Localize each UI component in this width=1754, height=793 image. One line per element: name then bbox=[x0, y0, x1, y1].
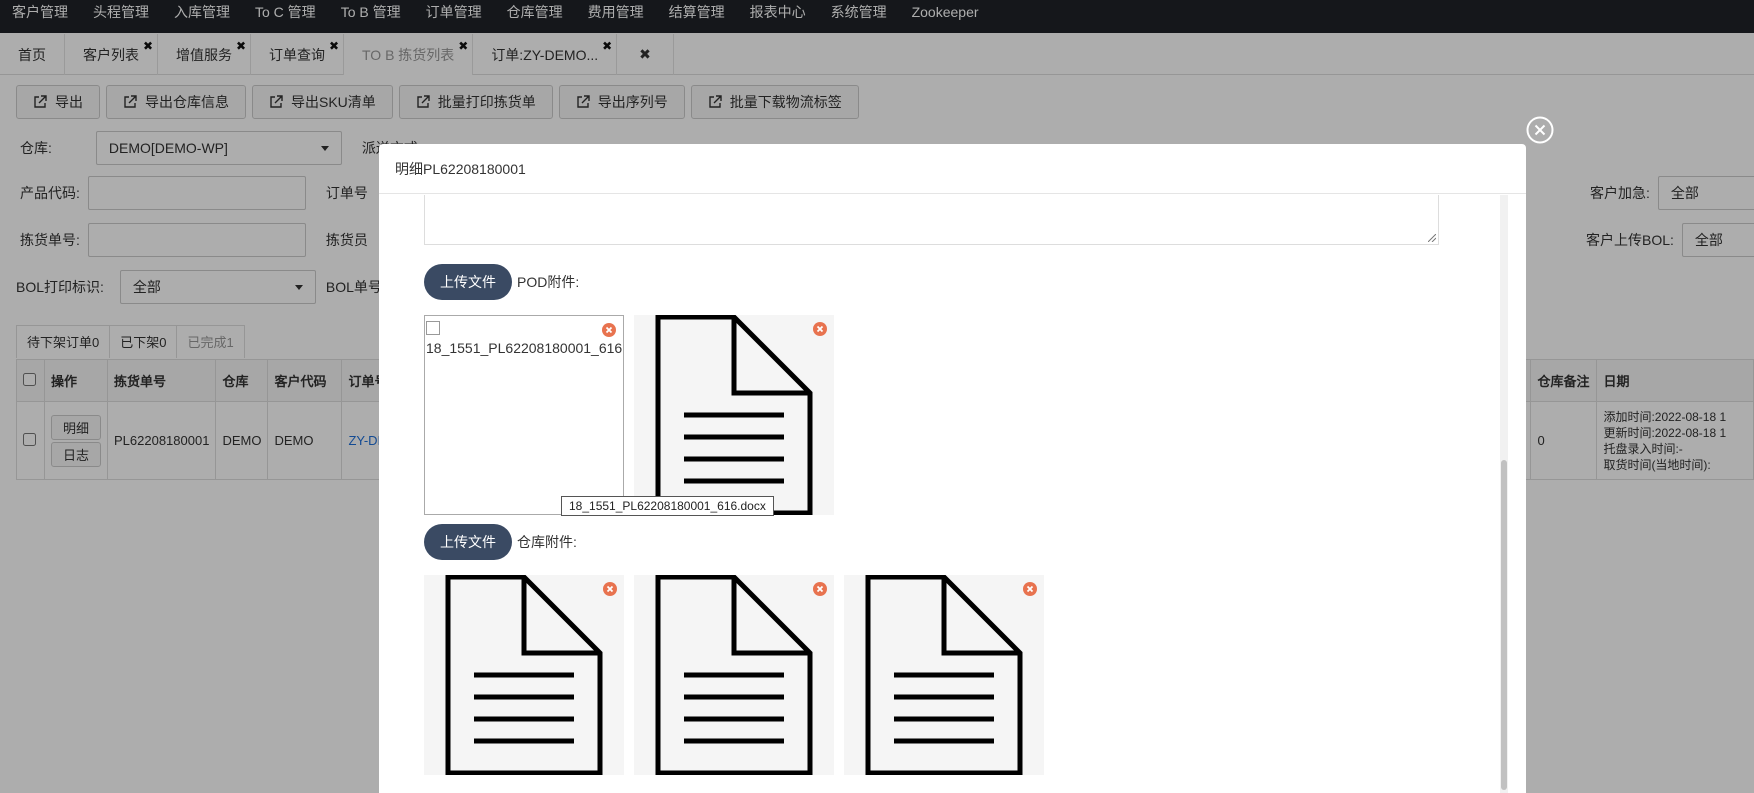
remark-textarea[interactable] bbox=[424, 195, 1439, 245]
document-icon bbox=[655, 574, 813, 776]
document-icon bbox=[445, 574, 603, 776]
pod-attachment-label: POD附件: bbox=[517, 274, 580, 290]
broken-image-icon bbox=[426, 321, 440, 335]
modal-body: 上传文件 POD附件: 18_1551_PL62208180001_616 18… bbox=[379, 195, 1509, 793]
delete-icon[interactable] bbox=[812, 321, 828, 337]
modal-scrollbar-thumb[interactable] bbox=[1501, 460, 1507, 790]
warehouse-attachment-file[interactable] bbox=[844, 574, 1044, 776]
modal-close-icon[interactable] bbox=[1526, 116, 1554, 144]
delete-icon[interactable] bbox=[601, 322, 617, 338]
delete-icon[interactable] bbox=[812, 581, 828, 597]
delete-icon[interactable] bbox=[602, 581, 618, 597]
file-name-tooltip: 18_1551_PL62208180001_616.docx bbox=[561, 496, 774, 516]
warehouse-upload-button[interactable]: 上传文件 bbox=[424, 524, 512, 560]
pod-attachment-file[interactable] bbox=[634, 314, 834, 516]
document-icon bbox=[865, 574, 1023, 776]
pod-upload-row: 上传文件 POD附件: bbox=[424, 264, 579, 300]
resize-grip-icon[interactable] bbox=[1428, 234, 1436, 242]
modal-title: 明细PL62208180001 bbox=[395, 160, 526, 177]
warehouse-attachment-file[interactable] bbox=[634, 574, 834, 776]
delete-icon[interactable] bbox=[1022, 581, 1038, 597]
broken-image-alt: 18_1551_PL62208180001_616 bbox=[426, 318, 622, 358]
document-icon bbox=[655, 314, 813, 516]
warehouse-upload-row: 上传文件 仓库附件: bbox=[424, 524, 577, 560]
detail-modal: 明细PL62208180001 上传文件 POD附件: 18_1551_PL62… bbox=[379, 144, 1526, 793]
warehouse-attachment-label: 仓库附件: bbox=[517, 534, 577, 550]
pod-upload-button[interactable]: 上传文件 bbox=[424, 264, 512, 300]
warehouse-attachment-file[interactable] bbox=[424, 574, 624, 776]
pod-attachment-broken-image[interactable]: 18_1551_PL62208180001_616 bbox=[424, 315, 624, 515]
modal-header: 明细PL62208180001 bbox=[379, 144, 1526, 194]
